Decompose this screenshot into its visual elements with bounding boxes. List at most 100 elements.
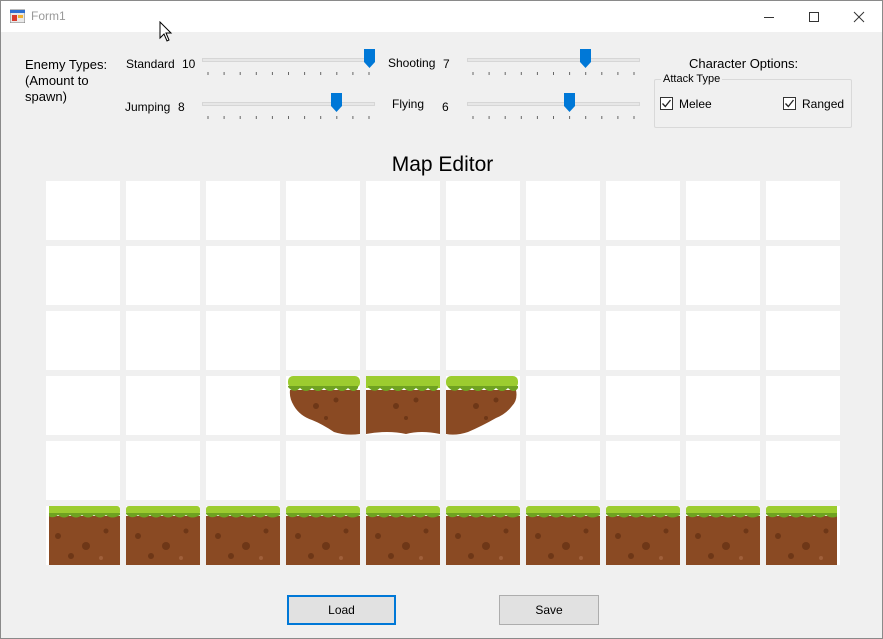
map-cell-empty[interactable] [286,311,360,370]
map-cell-ground[interactable] [286,506,360,565]
maximize-button[interactable] [791,1,837,32]
slider-track[interactable] [202,102,375,106]
slider-track[interactable] [467,102,640,106]
shooting-slider[interactable] [467,48,640,78]
standard-slider[interactable] [202,48,375,78]
map-cell-empty[interactable] [206,376,280,435]
slider-thumb[interactable] [580,49,592,68]
map-cell-empty[interactable] [606,311,680,370]
standard-value: 10 [182,57,196,71]
map-cell-empty[interactable] [286,441,360,500]
map-cell-empty[interactable] [766,376,840,435]
map-cell-ground[interactable] [606,506,680,565]
map-cell-platform-middle[interactable] [366,376,440,435]
platform-middle-tile [366,376,440,435]
ground-tile [606,506,680,565]
checkmark-icon [662,99,672,108]
standard-label: Standard [126,57,175,71]
map-cell-empty[interactable] [126,181,200,240]
map-cell-empty[interactable] [286,246,360,305]
flying-slider[interactable] [467,92,640,122]
slider-ticks [207,72,370,75]
map-cell-empty[interactable] [686,246,760,305]
map-cell-empty[interactable] [46,181,120,240]
map-cell-empty[interactable] [526,181,600,240]
enemy-types-label: Enemy Types: (Amount to spawn) [25,57,121,105]
map-cell-empty[interactable] [366,311,440,370]
jumping-label: Jumping [125,100,171,114]
title-bar[interactable]: Form1 [1,1,882,42]
map-cell-empty[interactable] [606,246,680,305]
minimize-button[interactable] [746,1,792,32]
map-cell-ground[interactable] [126,506,200,565]
close-button[interactable] [836,1,882,32]
map-cell-empty[interactable] [686,311,760,370]
map-cell-empty[interactable] [206,311,280,370]
slider-ticks [472,72,635,75]
save-button[interactable]: Save [499,595,599,625]
close-icon [853,11,865,22]
map-cell-empty[interactable] [686,376,760,435]
map-cell-empty[interactable] [46,311,120,370]
map-cell-empty[interactable] [446,311,520,370]
map-cell-empty[interactable] [206,246,280,305]
map-cell-ground[interactable] [686,506,760,565]
load-button[interactable]: Load [287,595,396,625]
map-cell-ground-right[interactable] [766,506,840,565]
map-cell-empty[interactable] [366,441,440,500]
ranged-checkbox[interactable] [783,97,796,110]
minimize-icon [764,16,774,18]
map-cell-empty[interactable] [766,181,840,240]
map-cell-platform-right[interactable] [446,376,520,435]
slider-thumb[interactable] [564,93,576,112]
map-cell-empty[interactable] [606,181,680,240]
map-cell-empty[interactable] [366,246,440,305]
melee-checkbox[interactable] [660,97,673,110]
slider-track[interactable] [467,58,640,62]
platform-left-tile [286,376,360,435]
map-cell-platform-left[interactable] [286,376,360,435]
slider-thumb[interactable] [331,93,343,112]
map-cell-ground-left[interactable] [46,506,120,565]
map-cell-empty[interactable] [766,441,840,500]
map-cell-empty[interactable] [126,441,200,500]
map-cell-ground[interactable] [206,506,280,565]
map-cell-empty[interactable] [526,376,600,435]
map-cell-empty[interactable] [686,181,760,240]
map-cell-empty[interactable] [126,311,200,370]
map-cell-empty[interactable] [46,376,120,435]
map-cell-empty[interactable] [606,376,680,435]
map-cell-empty[interactable] [446,246,520,305]
map-cell-ground[interactable] [366,506,440,565]
shooting-label: Shooting [388,56,436,70]
slider-ticks [207,116,370,119]
map-cell-empty[interactable] [606,441,680,500]
maximize-icon [809,11,819,22]
map-cell-empty[interactable] [526,311,600,370]
map-cell-empty[interactable] [446,441,520,500]
map-cell-empty[interactable] [446,181,520,240]
slider-thumb[interactable] [363,49,375,68]
map-cell-empty[interactable] [126,376,200,435]
ranged-label[interactable]: Ranged [802,97,844,111]
jumping-slider[interactable] [202,92,375,122]
character-options-label: Character Options: [689,56,799,71]
melee-label[interactable]: Melee [679,97,712,111]
ground-tile [686,506,760,565]
map-cell-empty[interactable] [46,441,120,500]
map-cell-empty[interactable] [286,181,360,240]
map-cell-ground[interactable] [526,506,600,565]
map-cell-empty[interactable] [366,181,440,240]
map-cell-empty[interactable] [206,181,280,240]
map-cell-empty[interactable] [526,246,600,305]
map-cell-empty[interactable] [526,441,600,500]
map-cell-empty[interactable] [766,311,840,370]
map-cell-empty[interactable] [46,246,120,305]
map-cell-ground[interactable] [446,506,520,565]
map-cell-empty[interactable] [126,246,200,305]
map-cell-empty[interactable] [766,246,840,305]
slider-ticks [472,116,635,119]
map-cell-empty[interactable] [686,441,760,500]
map-cell-empty[interactable] [206,441,280,500]
slider-track[interactable] [202,58,375,62]
